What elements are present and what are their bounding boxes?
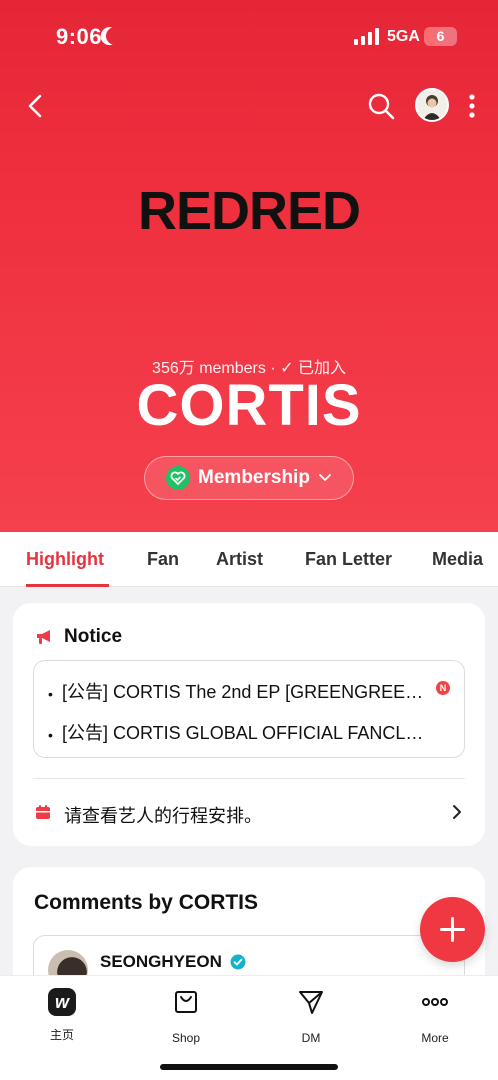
megaphone-icon [37,630,50,644]
membership-label: Membership [198,467,310,488]
status-time: 9:06 [56,24,103,49]
chevron-right-icon[interactable] [451,803,463,821]
active-tab-indicator [26,584,109,587]
verified-badge-icon [230,954,246,970]
notice-item[interactable]: • [公告] CORTIS GLOBAL OFFICIAL FANCLUB ... [48,719,448,745]
create-post-button[interactable] [420,897,485,962]
membership-button[interactable]: Membership [144,456,354,500]
home-indicator [160,1064,338,1070]
schedule-link-text[interactable]: 请查看艺人的行程安排。 [64,802,262,828]
tab-fan-letter[interactable]: Fan Letter [305,549,392,570]
profile-avatar[interactable] [415,88,449,122]
network-type: 5GA [387,28,420,45]
community-tabs: Highlight Fan Artist Fan Letter Media [0,532,498,587]
avatar-figure-icon [417,90,447,120]
nav-home[interactable]: w 主页 [22,988,102,1043]
nav-home-label: 主页 [49,1028,74,1042]
do-not-disturb-moon-icon [103,24,126,47]
nav-more[interactable]: More [395,988,475,1045]
tab-media[interactable]: Media [432,549,483,570]
notice-item[interactable]: • [公告] CORTIS The 2nd EP [GREENGREEN] ... [48,678,448,704]
battery-level: 6 [436,28,445,44]
cover-logo-text: REDRED [137,181,361,241]
cellular-signal-icon [354,28,380,45]
battery-indicator: 6 [424,27,457,46]
notice-item-text: [公告] CORTIS GLOBAL OFFICIAL FANCLUB ... [62,723,432,743]
weverse-home-icon: w [48,988,76,1016]
chevron-down-icon [319,474,331,482]
comment-author: SEONGHYEON [100,952,222,971]
more-dots-icon [422,998,448,1006]
dm-send-icon [299,991,323,1014]
more-vertical-icon[interactable] [465,92,479,120]
back-arrow-icon[interactable] [22,92,50,120]
new-badge: N [436,681,450,695]
tab-fan[interactable]: Fan [147,549,179,570]
comments-title: Comments by CORTIS [34,891,259,914]
status-bar: 9:06 5GA 6 [0,0,498,70]
notice-item-text: [公告] CORTIS The 2nd EP [GREENGREEN] ... [62,682,432,702]
nav-shop-label: Shop [171,1031,201,1045]
nav-dm-label: DM [301,1031,321,1045]
tab-artist[interactable]: Artist [216,549,263,570]
nav-dm[interactable]: DM [271,988,351,1045]
notice-card: Notice • [公告] CORTIS The 2nd EP [GREENGRE… [13,603,485,846]
calendar-icon [36,805,50,819]
search-icon[interactable] [366,91,396,121]
membership-heart-icon [166,466,191,490]
community-title: CORTIS [136,373,362,438]
notice-title: Notice [64,626,123,647]
shop-bag-icon [175,991,197,1013]
community-hero: 9:06 5GA 6 REDRED 356万 members · ✓ 已加入 C… [0,0,498,532]
notice-list: • [公告] CORTIS The 2nd EP [GREENGREEN] ...… [33,660,465,758]
tab-highlight[interactable]: Highlight [26,549,104,570]
nav-shop[interactable]: Shop [146,988,226,1045]
nav-more-label: More [421,1031,449,1045]
bottom-navigation: w 主页 Shop DM More [0,975,498,1080]
divider [33,778,465,779]
